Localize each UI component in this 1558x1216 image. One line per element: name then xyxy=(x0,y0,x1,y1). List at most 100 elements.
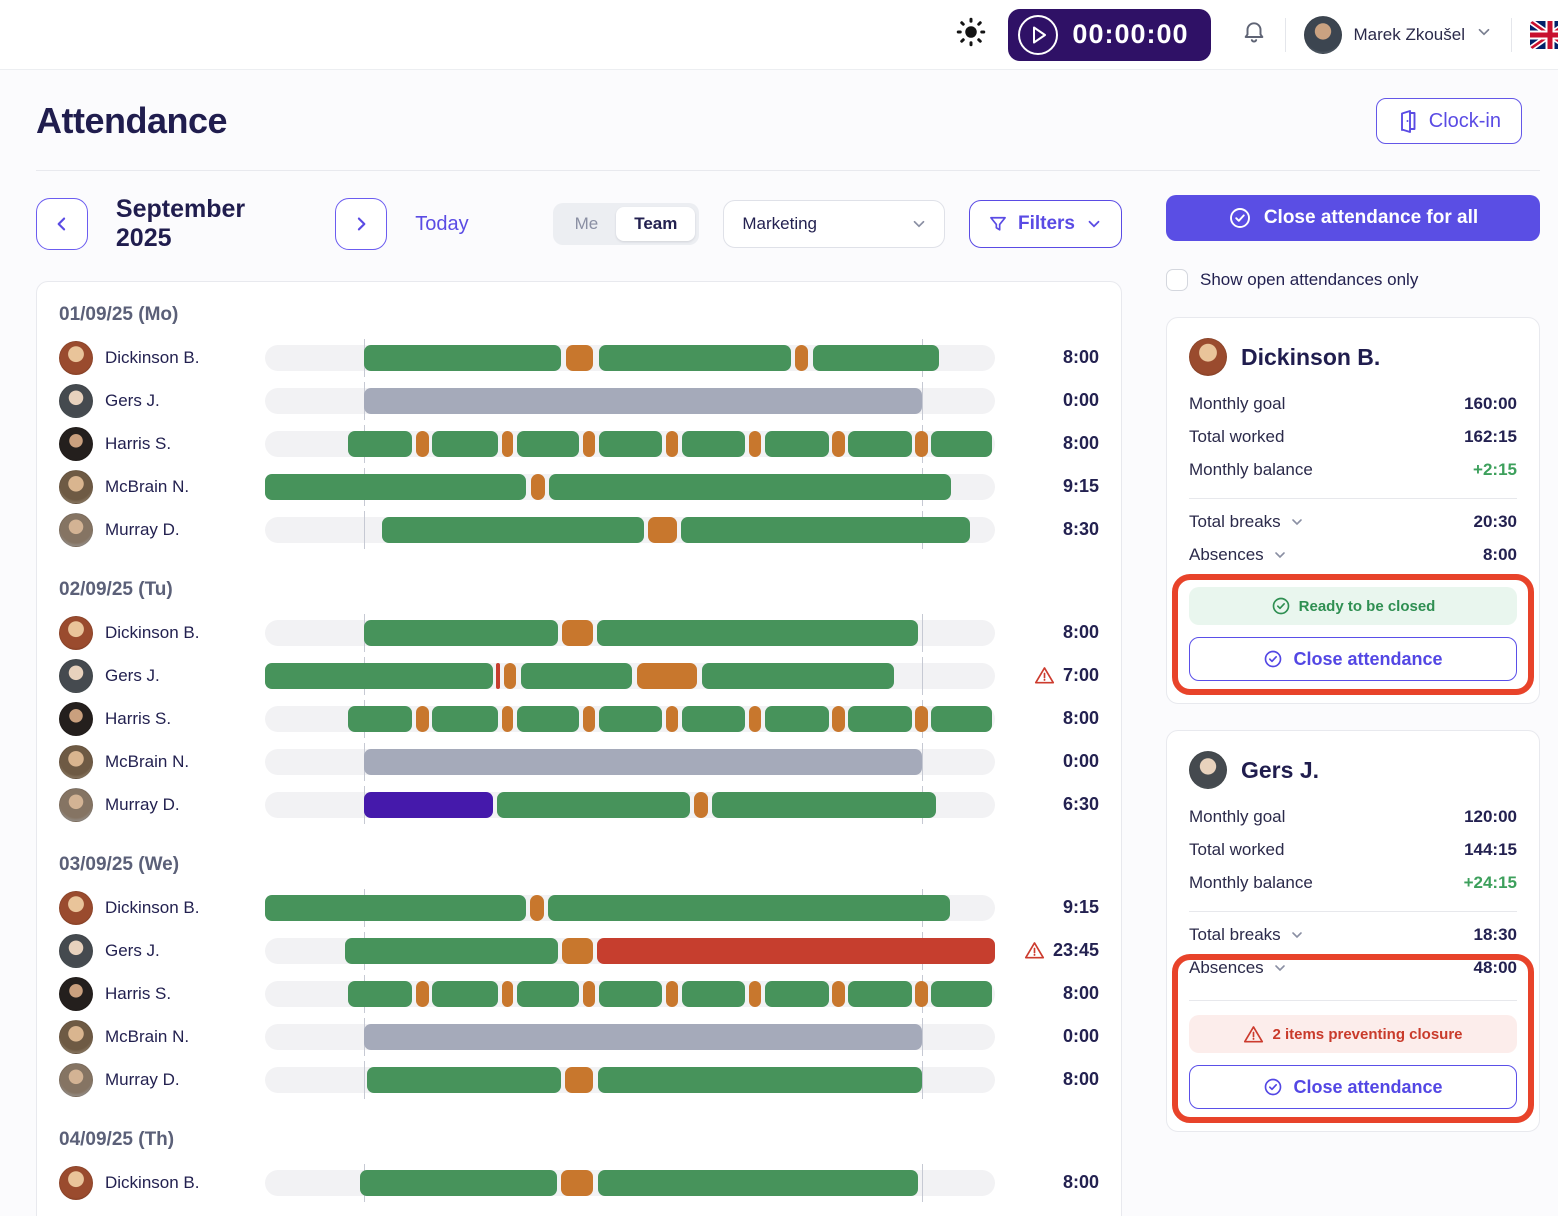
attendance-track[interactable] xyxy=(265,620,995,646)
chevron-down-icon[interactable] xyxy=(1272,960,1288,976)
attendance-segment-green[interactable] xyxy=(517,706,579,732)
attendance-segment-green[interactable] xyxy=(681,517,970,543)
prev-month-button[interactable] xyxy=(36,198,88,250)
attendance-segment-green[interactable] xyxy=(848,706,912,732)
attendance-segment-orange[interactable] xyxy=(795,345,808,371)
attendance-segment-orange[interactable] xyxy=(915,981,927,1007)
notifications-bell-icon[interactable] xyxy=(1241,19,1267,50)
user-menu-chevron-down-icon[interactable] xyxy=(1475,23,1493,46)
attendance-segment-orange[interactable] xyxy=(561,1170,593,1196)
attendance-track[interactable] xyxy=(265,1170,995,1196)
attendance-segment-green[interactable] xyxy=(432,431,498,457)
attendance-segment-green[interactable] xyxy=(931,431,992,457)
attendance-segment-green[interactable] xyxy=(599,706,663,732)
attendance-segment-green[interactable] xyxy=(348,431,412,457)
attendance-segment-green[interactable] xyxy=(597,620,918,646)
attendance-segment-green[interactable] xyxy=(521,663,633,689)
attendance-segment-green[interactable] xyxy=(360,1170,557,1196)
attendance-segment-orange[interactable] xyxy=(504,663,516,689)
attendance-segment-green[interactable] xyxy=(348,981,412,1007)
attendance-segment-green[interactable] xyxy=(265,895,526,921)
attendance-segment-green[interactable] xyxy=(382,517,644,543)
attendance-track[interactable] xyxy=(265,749,995,775)
attendance-segment-orange[interactable] xyxy=(583,706,595,732)
attendance-segment-orange[interactable] xyxy=(749,706,761,732)
attendance-segment-green[interactable] xyxy=(599,431,663,457)
attendance-segment-green[interactable] xyxy=(549,474,951,500)
attendance-segment-orange[interactable] xyxy=(502,706,514,732)
attendance-segment-green[interactable] xyxy=(765,431,829,457)
attendance-segment-green[interactable] xyxy=(598,1170,918,1196)
attendance-segment-orange[interactable] xyxy=(562,620,593,646)
attendance-segment-orange[interactable] xyxy=(416,431,428,457)
clock-in-button[interactable]: Clock-in xyxy=(1376,98,1522,144)
attendance-segment-green[interactable] xyxy=(712,792,935,818)
attendance-track[interactable] xyxy=(265,517,995,543)
attendance-segment-orange[interactable] xyxy=(502,431,514,457)
attendance-segment-orange[interactable] xyxy=(749,431,761,457)
attendance-track[interactable] xyxy=(265,706,995,732)
stat-label[interactable]: Absences xyxy=(1189,545,1288,565)
attendance-segment-green[interactable] xyxy=(497,792,690,818)
today-link[interactable]: Today xyxy=(415,213,468,236)
attendance-segment-orange[interactable] xyxy=(562,938,593,964)
attendance-segment-green[interactable] xyxy=(931,981,992,1007)
chevron-down-icon[interactable] xyxy=(1289,927,1305,943)
attendance-segment-green[interactable] xyxy=(848,981,912,1007)
attendance-segment-green[interactable] xyxy=(364,620,558,646)
attendance-segment-orange[interactable] xyxy=(502,981,514,1007)
attendance-segment-green[interactable] xyxy=(682,706,746,732)
user-name[interactable]: Marek Zkoušel xyxy=(1354,25,1465,45)
attendance-segment-orange[interactable] xyxy=(583,981,595,1007)
attendance-segment-orange[interactable] xyxy=(915,431,927,457)
attendance-segment-red[interactable] xyxy=(496,663,500,689)
attendance-segment-green[interactable] xyxy=(931,706,992,732)
attendance-segment-orange[interactable] xyxy=(666,431,678,457)
attendance-segment-green[interactable] xyxy=(345,938,557,964)
attendance-segment-green[interactable] xyxy=(517,431,579,457)
attendance-segment-green[interactable] xyxy=(813,345,939,371)
attendance-track[interactable] xyxy=(265,431,995,457)
attendance-segment-orange[interactable] xyxy=(583,431,595,457)
theme-sun-icon[interactable] xyxy=(956,17,986,52)
stat-label[interactable]: Total breaks xyxy=(1189,925,1305,945)
attendance-segment-orange[interactable] xyxy=(416,981,428,1007)
attendance-segment-green[interactable] xyxy=(765,706,829,732)
attendance-segment-orange[interactable] xyxy=(416,706,428,732)
attendance-segment-orange[interactable] xyxy=(530,895,544,921)
attendance-track[interactable] xyxy=(265,792,995,818)
chevron-down-icon[interactable] xyxy=(1272,547,1288,563)
attendance-segment-green[interactable] xyxy=(702,663,895,689)
attendance-track[interactable] xyxy=(265,1067,995,1093)
filters-button[interactable]: Filters xyxy=(969,200,1122,248)
attendance-segment-green[interactable] xyxy=(682,431,746,457)
stat-label[interactable]: Total breaks xyxy=(1189,512,1305,532)
attendance-segment-red[interactable] xyxy=(597,938,995,964)
attendance-segment-green[interactable] xyxy=(682,981,746,1007)
attendance-segment-orange[interactable] xyxy=(666,981,678,1007)
attendance-segment-green[interactable] xyxy=(765,981,829,1007)
attendance-segment-green[interactable] xyxy=(265,474,526,500)
attendance-segment-orange[interactable] xyxy=(531,474,545,500)
attendance-track[interactable] xyxy=(265,895,995,921)
attendance-segment-orange[interactable] xyxy=(832,431,844,457)
attendance-track[interactable] xyxy=(265,663,995,689)
attendance-track[interactable] xyxy=(265,981,995,1007)
department-select[interactable]: Marketing xyxy=(723,200,945,248)
attendance-segment-green[interactable] xyxy=(432,981,498,1007)
user-avatar[interactable] xyxy=(1304,16,1342,54)
next-month-button[interactable] xyxy=(335,198,387,250)
attendance-segment-purple[interactable] xyxy=(364,792,493,818)
attendance-segment-green[interactable] xyxy=(367,1067,560,1093)
attendance-segment-green[interactable] xyxy=(265,663,493,689)
attendance-segment-green[interactable] xyxy=(517,981,579,1007)
chevron-down-icon[interactable] xyxy=(1289,514,1305,530)
attendance-segment-green[interactable] xyxy=(599,345,791,371)
attendance-track[interactable] xyxy=(265,388,995,414)
close-attendance-button[interactable]: Close attendance xyxy=(1189,637,1517,681)
attendance-segment-orange[interactable] xyxy=(565,1067,593,1093)
attendance-segment-orange[interactable] xyxy=(915,706,927,732)
attendance-segment-orange[interactable] xyxy=(648,517,676,543)
language-flag-uk-icon[interactable] xyxy=(1530,21,1558,49)
attendance-segment-slate[interactable] xyxy=(364,1024,922,1050)
